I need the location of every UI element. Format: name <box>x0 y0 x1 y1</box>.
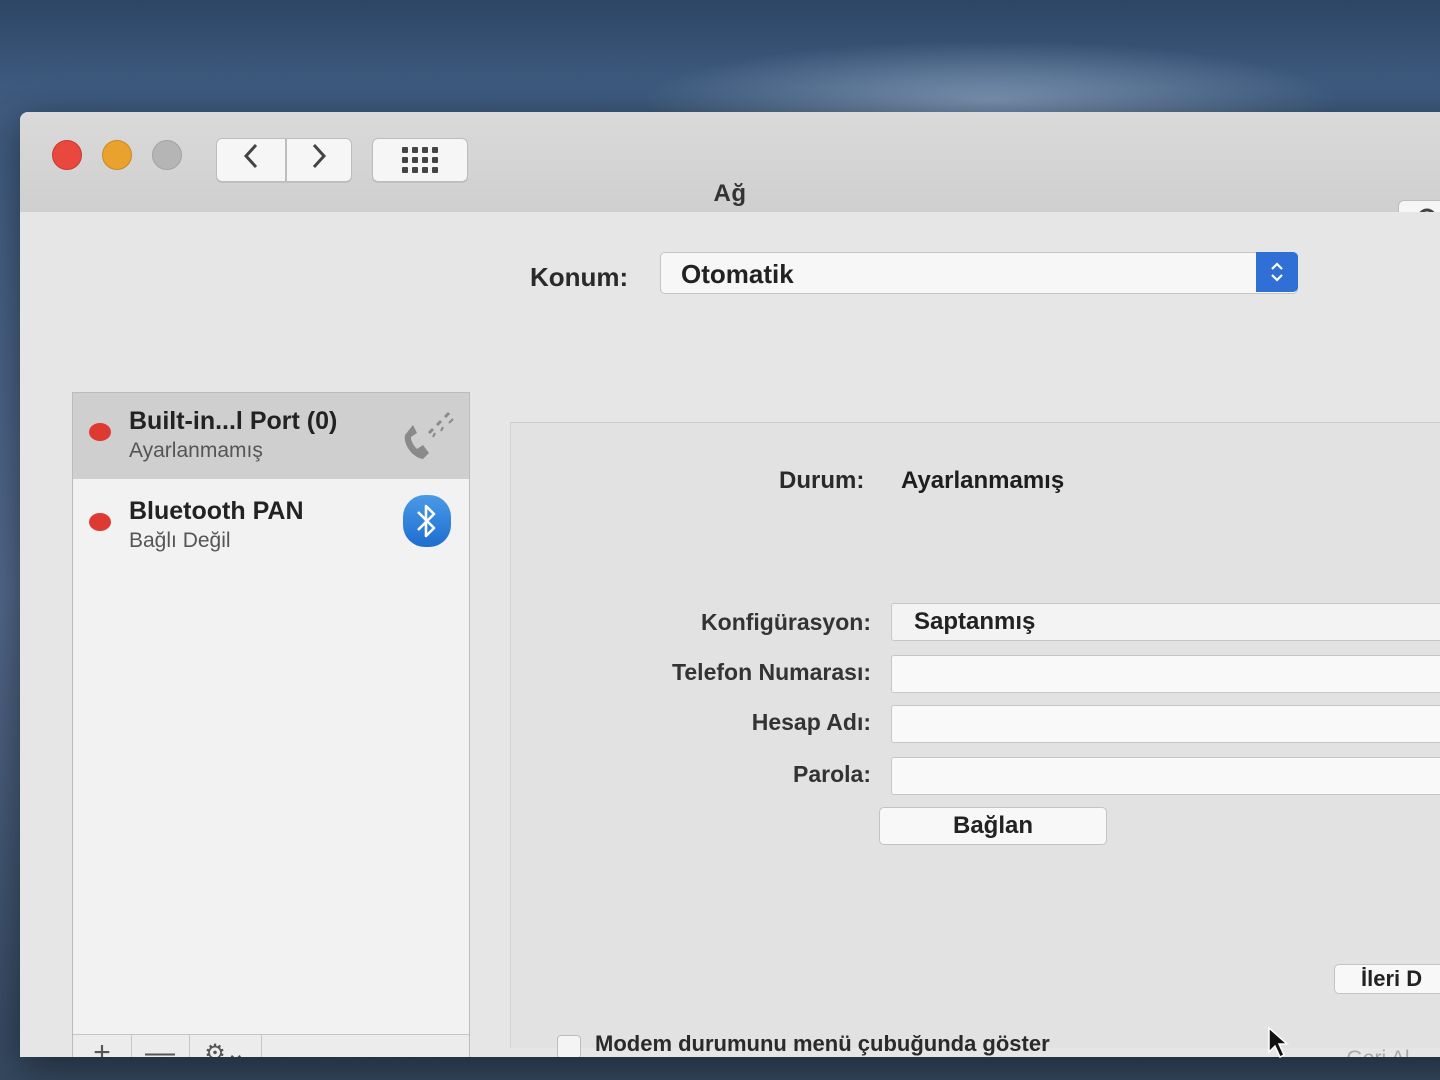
configuration-value: Saptanmış <box>914 608 1036 635</box>
phone-icon <box>399 407 457 465</box>
select-stepper-icon <box>1256 252 1298 292</box>
bluetooth-icon <box>403 495 451 547</box>
location-select[interactable]: Otomatik <box>660 252 1298 294</box>
advanced-button[interactable]: İleri D <box>1334 964 1440 994</box>
back-button[interactable] <box>216 138 286 182</box>
configuration-select[interactable]: Saptanmış <box>891 603 1440 641</box>
gear-menu-button[interactable]: ⚙⌄ <box>189 1035 262 1057</box>
service-item-bluetooth-pan[interactable]: Bluetooth PAN Bağlı Değil <box>73 483 469 569</box>
location-label: Konum: <box>530 262 629 292</box>
show-all-button[interactable] <box>372 138 468 182</box>
content-area: Konum: Otomatik Built-in...l Port (0) Ay… <box>20 212 1440 1057</box>
service-item-builtin-port[interactable]: Built-in...l Port (0) Ayarlanmamış <box>73 393 469 479</box>
location-value: Otomatik <box>681 259 794 289</box>
mouse-cursor-icon <box>1266 1026 1292 1060</box>
service-list-toolbar: + — ⚙⌄ <box>73 1034 469 1057</box>
forward-button[interactable] <box>286 138 352 182</box>
status-dot <box>89 423 111 441</box>
close-window-button[interactable] <box>52 140 82 170</box>
status-value: Ayarlanmamış <box>901 467 1065 494</box>
password-label: Parola: <box>793 761 871 787</box>
revert-button[interactable]: Geri Al <box>1308 1044 1440 1057</box>
chevron-left-icon <box>242 143 260 177</box>
account-name-label: Hesap Adı: <box>751 709 871 735</box>
add-service-button[interactable]: + <box>73 1035 132 1057</box>
service-status: Bağlı Değil <box>129 529 231 552</box>
service-name: Bluetooth PAN <box>129 497 304 525</box>
service-detail-panel: Durum: Ayarlanmamış Konfigürasyon: Sapta… <box>510 422 1440 1057</box>
phone-number-field[interactable] <box>891 655 1440 693</box>
chevron-right-icon <box>310 143 328 177</box>
zoom-window-button[interactable] <box>152 140 182 170</box>
phone-number-label: Telefon Numarası: <box>672 659 871 685</box>
modem-status-checkbox[interactable] <box>557 1035 581 1057</box>
window-title: Ağ <box>713 180 747 207</box>
minimize-window-button[interactable] <box>102 140 132 170</box>
service-name: Built-in...l Port (0) <box>129 407 338 435</box>
show-all-grid-icon <box>402 147 438 173</box>
status-label: Durum: <box>779 467 865 494</box>
service-list: Built-in...l Port (0) Ayarlanmamış Bluet… <box>72 392 470 1057</box>
password-field[interactable] <box>891 757 1440 795</box>
network-preferences-window: Ağ Konum: Otomatik Built-in...l Port (0)… <box>20 112 1440 1057</box>
status-dot <box>89 513 111 531</box>
connect-button[interactable]: Bağlan <box>879 807 1107 845</box>
configuration-label: Konfigürasyon: <box>701 609 871 635</box>
modem-status-label: Modem durumunu menü çubuğunda göster <box>595 1031 1050 1056</box>
title-bar: Ağ <box>20 112 1440 213</box>
account-name-field[interactable] <box>891 705 1440 743</box>
service-status: Ayarlanmamış <box>129 439 263 462</box>
remove-service-button[interactable]: — <box>131 1035 190 1057</box>
